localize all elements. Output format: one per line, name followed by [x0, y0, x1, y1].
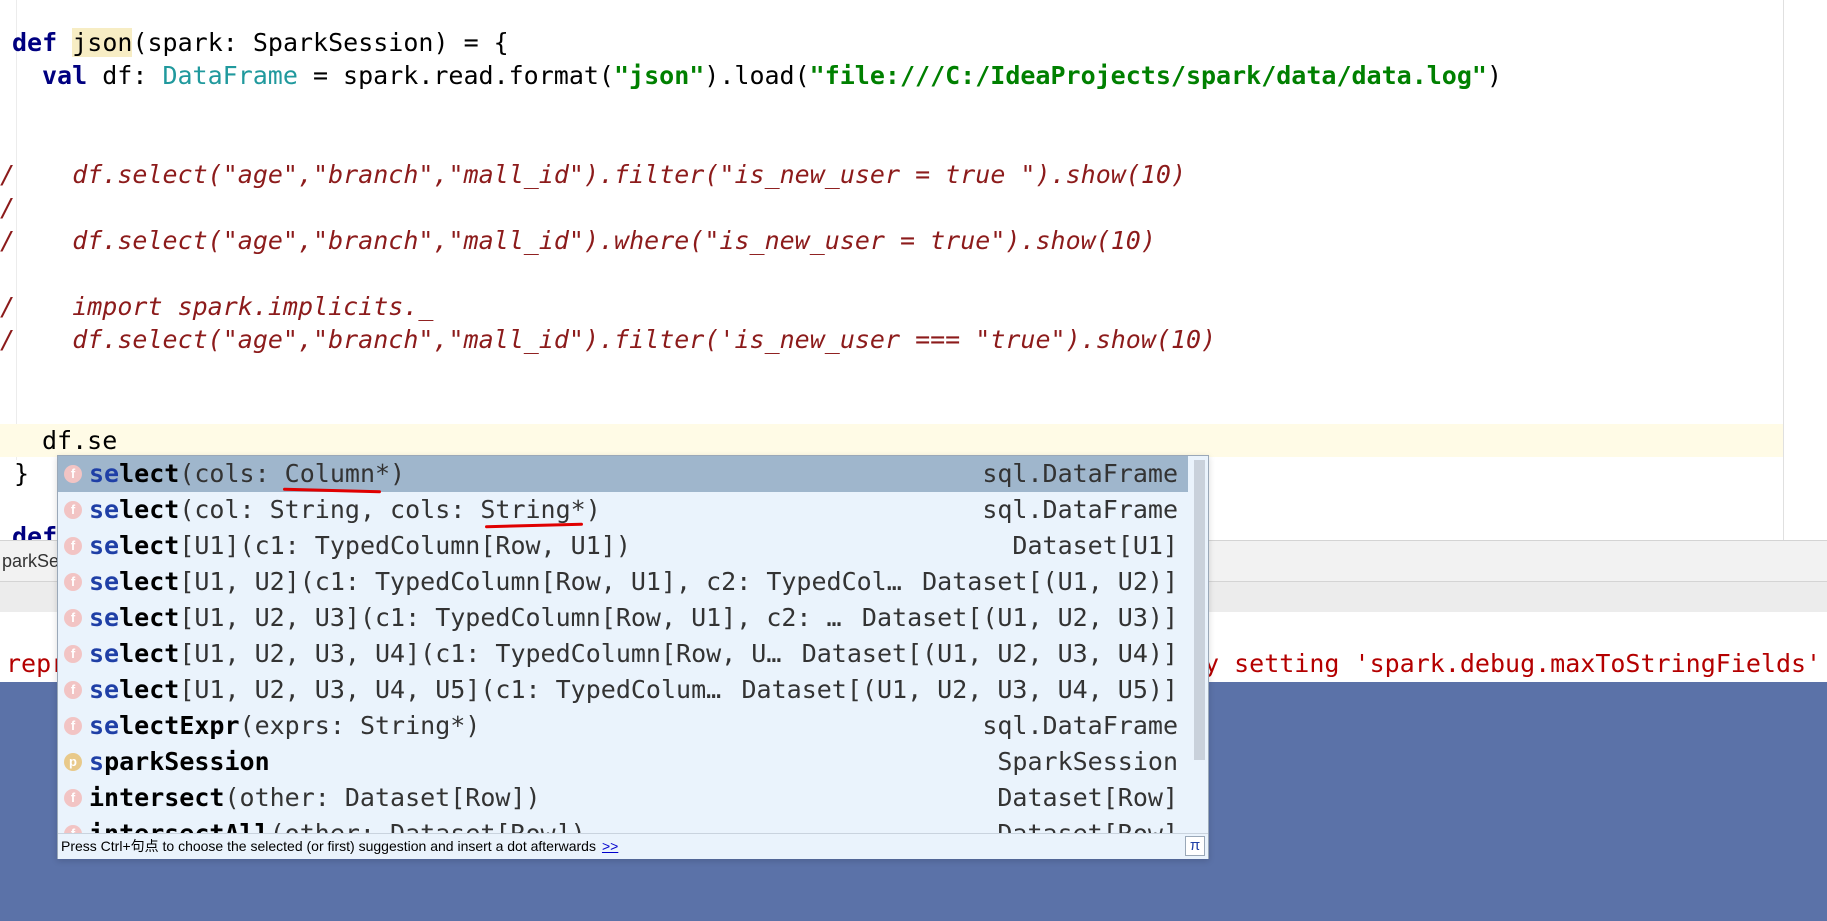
completion-item[interactable]: f select[U1](c1: TypedColumn[Row, U1]) Dat… [58, 528, 1188, 564]
completion-return-type: Dataset[Row] [997, 816, 1178, 833]
completion-scrollbar-thumb[interactable] [1194, 460, 1205, 760]
matched-prefix: se [89, 567, 120, 596]
completion-item[interactable]: f select[U1, U2, U3](c1: TypedColumn[Row,… [58, 600, 1188, 636]
completion-item-name: intersectAll(other: Dataset[Row]) [89, 816, 586, 833]
completion-return-type: Dataset[(U1, U2, U3)] [861, 603, 1178, 632]
completion-signature: [U1, U2, U3, U4, U5](c1: TypedColum… [179, 675, 722, 704]
completion-item-name: select[U1, U2, U3, U4, U5](c1: TypedColu… [89, 672, 721, 708]
completion-item-name: select[U1, U2, U3, U4](c1: TypedColumn[R… [89, 636, 781, 672]
function-icon: f [64, 789, 82, 807]
commented-line-2[interactable]: df.select("age","branch","mall_id").wher… [12, 224, 1156, 257]
matched-prefix: se [89, 639, 120, 668]
completion-item-name: intersect(other: Dataset[Row]) [89, 780, 541, 816]
matched-prefix: s [89, 747, 105, 776]
function-icon: f [64, 825, 82, 833]
property-icon: p [64, 753, 82, 771]
name-remainder: lect [119, 675, 180, 704]
completion-signature: [U1, U2, U3](c1: TypedColumn[Row, U1], c… [179, 603, 842, 632]
name-remainder: lect [119, 603, 180, 632]
completion-hint-text: Press Ctrl+句点 to choose the selected (or… [61, 838, 596, 854]
completion-return-type: sql.DataFrame [982, 495, 1178, 524]
function-icon: f [64, 681, 82, 699]
name-remainder: lect [119, 639, 180, 668]
name-remainder: intersectAll [89, 819, 270, 833]
commented-line-3[interactable]: import spark.implicits._ [12, 290, 433, 323]
completion-return-type: Dataset[(U1, U2, U3, U4)] [801, 639, 1178, 668]
completion-item-name: select(cols: Column*) [89, 456, 405, 492]
comment-marker: / [0, 193, 16, 222]
function-icon: f [64, 645, 82, 663]
completion-item-name: select[U1, U2, U3](c1: TypedColumn[Row, … [89, 600, 842, 636]
name-remainder: lect [119, 495, 180, 524]
completion-item-name: select[U1](c1: TypedColumn[Row, U1]) [89, 528, 631, 564]
name-remainder: lect [119, 531, 180, 560]
completion-item[interactable]: f intersectAll(other: Dataset[Row]) Datase… [58, 816, 1188, 833]
matched-prefix: se [89, 711, 120, 740]
completion-return-type: SparkSession [997, 747, 1178, 776]
completion-item[interactable]: f select[U1, U2, U3, U4](c1: TypedColumn[… [58, 636, 1188, 672]
pi-icon[interactable]: π [1185, 836, 1205, 856]
completion-signature: (other: Dataset[Row]) [270, 819, 586, 833]
name-remainder: lect [119, 459, 180, 488]
completion-item[interactable]: f select(col: String, cols: String*) sql.D… [58, 492, 1188, 528]
completion-more-link[interactable]: >> [602, 838, 618, 854]
commented-line-1[interactable]: df.select("age","branch","mall_id").filt… [12, 158, 1186, 191]
current-line-highlight [0, 424, 1827, 457]
completion-return-type: Dataset[(U1, U2)] [922, 567, 1178, 596]
current-code-line[interactable]: df.se [42, 424, 117, 457]
completion-item[interactable]: f select[U1, U2, U3, U4, U5](c1: TypedCol… [58, 672, 1188, 708]
completion-item-name: selectExpr(exprs: String*) [89, 708, 480, 744]
completion-item-name: select(col: String, cols: String*) [89, 492, 601, 528]
editor-right-gutter [1784, 0, 1827, 540]
completion-item[interactable]: p sparkSession SparkSession [58, 744, 1188, 780]
completion-item[interactable]: f select[U1, U2](c1: TypedColumn[Row, U1]… [58, 564, 1188, 600]
code-completion-popup[interactable]: f select(cols: Column*) sql.DataFrame f sele… [57, 455, 1209, 859]
completion-list[interactable]: f select(cols: Column*) sql.DataFrame f sele… [58, 456, 1190, 833]
completion-signature: (exprs: String*) [239, 711, 481, 740]
matched-prefix: se [89, 459, 120, 488]
completion-signature: [U1, U2, U3, U4](c1: TypedColumn[Row, U… [179, 639, 782, 668]
completion-item[interactable]: f select(cols: Column*) sql.DataFrame [58, 456, 1188, 492]
completion-item[interactable]: f selectExpr(exprs: String*) sql.DataFrame [58, 708, 1188, 744]
completion-signature: (col: String, cols: String*) [179, 495, 601, 524]
function-icon: f [64, 573, 82, 591]
completion-item-name: select[U1, U2](c1: TypedColumn[Row, U1],… [89, 564, 902, 600]
matched-prefix: se [89, 675, 120, 704]
completion-signature: [U1](c1: TypedColumn[Row, U1]) [179, 531, 631, 560]
matched-prefix: se [89, 531, 120, 560]
function-icon: f [64, 501, 82, 519]
function-name: json [72, 28, 133, 57]
closing-brace: } [14, 459, 30, 488]
next-def-partial: def [12, 522, 58, 540]
completion-return-type: Dataset[U1] [1012, 531, 1178, 560]
code-line-def[interactable]: def json(spark: SparkSession) = { [12, 26, 509, 59]
completion-return-type: Dataset[Row] [997, 783, 1178, 812]
completion-item[interactable]: f intersect(other: Dataset[Row]) Dataset[R… [58, 780, 1188, 816]
matched-prefix: se [89, 495, 120, 524]
completion-signature: (cols: Column*) [179, 459, 406, 488]
function-icon: f [64, 717, 82, 735]
code-line-val[interactable]: val df: DataFrame = spark.read.format("j… [42, 59, 1502, 92]
completion-footer: Press Ctrl+句点 to choose the selected (or… [58, 833, 1208, 859]
console-output-right: y setting 'spark.debug.maxToStringFields… [1204, 649, 1822, 678]
completion-signature: [U1, U2](c1: TypedColumn[Row, U1], c2: T… [179, 567, 902, 596]
completion-signature: (other: Dataset[Row]) [224, 783, 541, 812]
name-remainder: parkSession [104, 747, 270, 776]
completion-return-type: sql.DataFrame [982, 711, 1178, 740]
completion-item-name: sparkSession [89, 744, 270, 780]
function-icon: f [64, 465, 82, 483]
tab-sparksession-partial[interactable]: parkSe [0, 541, 59, 581]
completion-return-type: sql.DataFrame [982, 459, 1178, 488]
name-remainder: lect [119, 567, 180, 596]
completion-return-type: Dataset[(U1, U2, U3, U4, U5)] [741, 675, 1179, 704]
function-icon: f [64, 609, 82, 627]
function-icon: f [64, 537, 82, 555]
commented-line-4[interactable]: df.select("age","branch","mall_id").filt… [12, 323, 1216, 356]
name-remainder: intersect [89, 783, 225, 812]
matched-prefix: se [89, 603, 120, 632]
name-remainder: lectExpr [119, 711, 240, 740]
